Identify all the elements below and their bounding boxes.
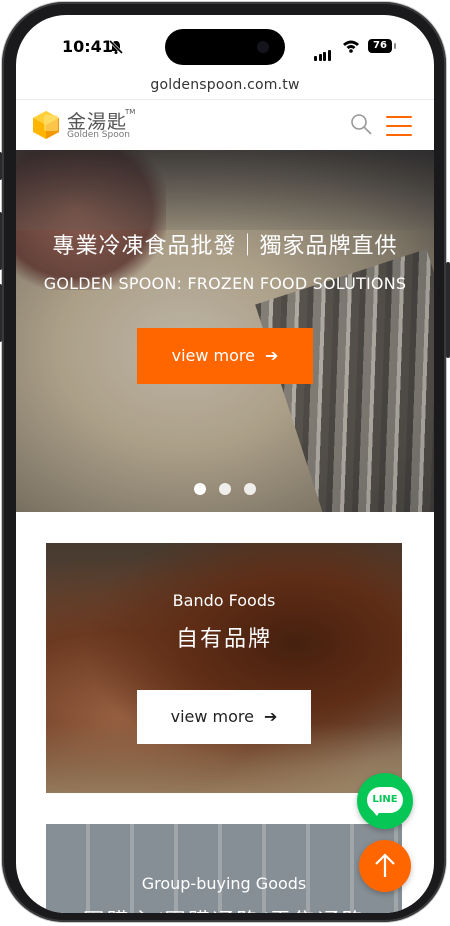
battery-icon: 76: [368, 39, 392, 53]
carousel-dots: [16, 480, 434, 499]
volume-up-button: [0, 212, 2, 270]
card-view-more-button[interactable]: view more ➔: [137, 690, 311, 744]
card-overlay: [46, 543, 402, 793]
carousel-dot-1[interactable]: [193, 483, 206, 495]
carousel-dot-3[interactable]: [244, 483, 257, 495]
hero-banner[interactable]: 專業冷凍食品批發｜獨家品牌直供 GOLDEN SPOON: FROZEN FOO…: [16, 150, 434, 512]
site-header: 金湯匙 TM Golden Spoon: [16, 99, 434, 151]
dynamic-island: [165, 29, 285, 65]
brand-name-en: Golden Spoon: [67, 130, 130, 140]
search-icon[interactable]: [349, 112, 373, 136]
arrow-right-icon: ➔: [264, 346, 279, 365]
wifi-icon: [343, 40, 359, 53]
phone-screen: 10:41 76 goldenspoon.com.tw 金湯匙 TM Golde…: [16, 15, 434, 913]
card-title: 團購主/團購通路/零售通路: [46, 904, 402, 913]
line-chat-button[interactable]: LINE: [357, 773, 413, 829]
hero-button-label: view more: [171, 346, 255, 365]
card-title: 自有品牌: [175, 627, 272, 652]
status-bar: 10:41 76: [16, 15, 434, 77]
carousel-dot-2[interactable]: [219, 483, 231, 495]
category-card-group-buying[interactable]: Group-buying Goods 團購主/團購通路/零售通路: [46, 824, 402, 913]
card-button-label: view more: [170, 707, 254, 726]
card-subtitle: Group-buying Goods: [141, 874, 307, 893]
card-subtitle: Bando Foods: [172, 591, 276, 610]
volume-down-button: [0, 284, 2, 342]
hero-title-en: GOLDEN SPOON: FROZEN FOOD SOLUTIONS: [43, 274, 407, 293]
back-to-top-button[interactable]: [359, 840, 411, 892]
category-card-bando-foods[interactable]: Bando Foods 自有品牌 view more ➔: [46, 543, 402, 793]
arrow-up-icon: [375, 853, 395, 877]
brand-trademark: TM: [125, 108, 136, 116]
camera-icon: [257, 41, 269, 53]
hero-title-cn: 專業冷凍食品批發｜獨家品牌直供: [52, 234, 398, 259]
battery-tip: [394, 43, 396, 49]
hamburger-menu-icon[interactable]: [386, 116, 412, 136]
status-time: 10:41: [62, 37, 113, 56]
power-button: [446, 262, 450, 358]
card-overlay: [46, 824, 402, 913]
cellular-signal-icon: [314, 42, 332, 61]
hero-view-more-button[interactable]: view more ➔: [137, 328, 313, 384]
bell-slash-icon: [108, 39, 124, 55]
arrow-right-icon: ➔: [263, 707, 278, 726]
line-bubble-tail: [371, 809, 381, 816]
address-bar-url[interactable]: goldenspoon.com.tw: [16, 77, 434, 93]
silent-switch: [0, 152, 2, 180]
golden-spoon-logo-icon[interactable]: [30, 109, 62, 141]
